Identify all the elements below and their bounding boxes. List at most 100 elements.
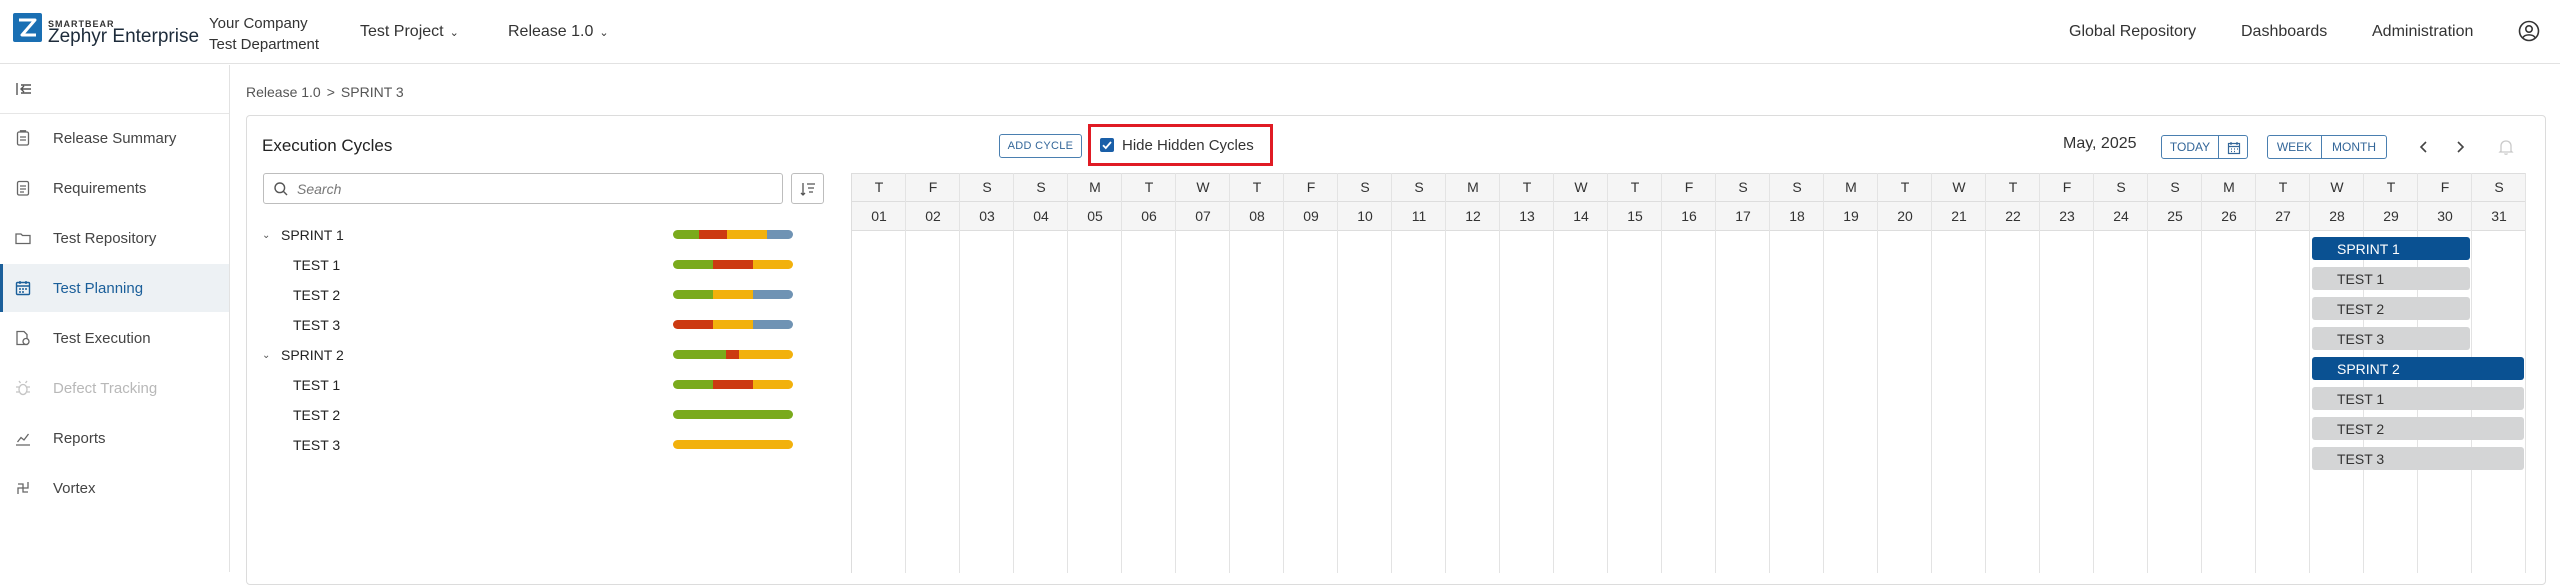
sort-button[interactable]	[791, 173, 824, 204]
day-column[interactable]: M 26	[2202, 173, 2256, 573]
gantt-test-bar[interactable]: TEST 1	[2312, 267, 2470, 290]
sidebar-item-requirements[interactable]: Requirements	[0, 164, 229, 212]
clipboard-icon	[14, 129, 32, 147]
execution-progress-bar	[673, 290, 793, 299]
day-column[interactable]: T 22	[1986, 173, 2040, 573]
breadcrumb-release[interactable]: Release 1.0	[246, 84, 321, 100]
gantt-sprint-bar[interactable]: SPRINT 1	[2312, 237, 2470, 260]
day-column[interactable]: S 17	[1716, 173, 1770, 573]
day-number-label: 31	[2491, 208, 2507, 224]
progress-segment	[673, 380, 713, 389]
tree-item-test[interactable]: TEST 3	[293, 315, 340, 335]
tree-item-test[interactable]: TEST 2	[293, 285, 340, 305]
sidebar-item-test-repository[interactable]: Test Repository	[0, 214, 229, 262]
day-column[interactable]: T 01	[852, 173, 906, 573]
sidebar-item-test-execution[interactable]: Test Execution	[0, 314, 229, 362]
day-column[interactable]: M 19	[1824, 173, 1878, 573]
gantt-test-bar[interactable]: TEST 3	[2312, 447, 2524, 470]
nav-dashboards[interactable]: Dashboards	[2241, 23, 2327, 41]
day-number-label: 30	[2437, 208, 2453, 224]
next-arrow-icon[interactable]	[2450, 137, 2470, 157]
day-column[interactable]: T 15	[1608, 173, 1662, 573]
day-of-week-label: S	[1738, 179, 1748, 195]
tree-item-test[interactable]: TEST 1	[293, 255, 340, 275]
date-picker-button[interactable]	[2218, 135, 2248, 159]
day-column[interactable]: T 13	[1500, 173, 1554, 573]
previous-arrow-icon[interactable]	[2414, 137, 2434, 157]
sidebar-item-label: Requirements	[53, 179, 147, 197]
gantt-test-bar[interactable]: TEST 1	[2312, 387, 2524, 410]
day-of-week-label: T	[2278, 179, 2288, 195]
day-number-label: 13	[1519, 208, 1535, 224]
day-column[interactable]: F 09	[1284, 173, 1338, 573]
day-column[interactable]: T 08	[1230, 173, 1284, 573]
sidebar-item-test-planning[interactable]: Test Planning	[0, 264, 229, 312]
tree-item-test[interactable]: TEST 3	[293, 435, 340, 455]
day-of-week-label: T	[874, 179, 884, 195]
day-column[interactable]: F 16	[1662, 173, 1716, 573]
sidebar-item-vortex[interactable]: Vortex	[0, 464, 229, 512]
hide-hidden-cycles-checkbox[interactable]	[1100, 138, 1114, 152]
day-number-label: 06	[1141, 208, 1157, 224]
day-column[interactable]: S 25	[2148, 173, 2202, 573]
gantt-test-bar[interactable]: TEST 3	[2312, 327, 2470, 350]
day-column[interactable]: S 11	[1392, 173, 1446, 573]
day-column[interactable]: W 07	[1176, 173, 1230, 573]
day-column[interactable]: T 06	[1122, 173, 1176, 573]
day-column[interactable]: T 27	[2256, 173, 2310, 573]
bell-icon[interactable]	[2496, 137, 2516, 157]
day-column[interactable]: S 04	[1014, 173, 1068, 573]
tree-item-sprint[interactable]: ⌄ SPRINT 2	[262, 345, 344, 365]
search-input[interactable]	[297, 179, 767, 199]
day-column[interactable]: F 23	[2040, 173, 2094, 573]
day-column[interactable]: M 12	[1446, 173, 1500, 573]
tree-item-test[interactable]: TEST 2	[293, 405, 340, 425]
chevron-down-icon[interactable]: ⌄	[262, 350, 276, 361]
progress-segment	[726, 230, 767, 239]
day-number-label: 22	[2005, 208, 2021, 224]
tree-item-test[interactable]: TEST 1	[293, 375, 340, 395]
day-column[interactable]: M 05	[1068, 173, 1122, 573]
vortex-icon	[14, 479, 32, 497]
collapse-sidebar-icon[interactable]	[14, 79, 34, 99]
day-of-week-label: S	[982, 179, 992, 195]
day-column[interactable]: T 20	[1878, 173, 1932, 573]
zephyr-logo-icon[interactable]	[13, 13, 42, 42]
gantt-test-bar[interactable]: TEST 2	[2312, 417, 2524, 440]
day-column[interactable]: S 18	[1770, 173, 1824, 573]
sidebar-item-reports[interactable]: Reports	[0, 414, 229, 462]
hide-hidden-cycles-label[interactable]: Hide Hidden Cycles	[1122, 137, 1254, 154]
day-number-label: 18	[1789, 208, 1805, 224]
progress-segment	[725, 350, 739, 359]
day-of-week-label: F	[1306, 179, 1316, 195]
day-of-week-label: W	[2330, 179, 2344, 195]
tree-item-sprint[interactable]: ⌄ SPRINT 1	[262, 225, 344, 245]
day-column[interactable]: W 21	[1932, 173, 1986, 573]
sidebar-item-release-summary[interactable]: Release Summary	[0, 114, 229, 162]
nav-administration[interactable]: Administration	[2372, 23, 2473, 41]
chevron-down-icon[interactable]: ⌄	[262, 230, 276, 241]
project-dropdown[interactable]: Test Project ⌄	[360, 23, 459, 41]
day-column[interactable]: F 02	[906, 173, 960, 573]
user-profile-icon[interactable]	[2518, 20, 2540, 42]
day-column[interactable]: S 24	[2094, 173, 2148, 573]
month-view-button[interactable]: MONTH	[2321, 135, 2387, 159]
gantt-sprint-bar[interactable]: SPRINT 2	[2312, 357, 2524, 380]
nav-global-repository[interactable]: Global Repository	[2069, 23, 2196, 41]
gantt-test-bar[interactable]: TEST 2	[2312, 297, 2470, 320]
add-cycle-button[interactable]: ADD CYCLE	[999, 134, 1082, 158]
execution-progress-bar	[673, 440, 793, 449]
chevron-down-icon: ⌄	[449, 27, 459, 39]
today-button[interactable]: TODAY	[2161, 135, 2219, 159]
week-view-button[interactable]: WEEK	[2267, 135, 2322, 159]
day-column[interactable]: W 14	[1554, 173, 1608, 573]
execution-progress-bar	[673, 350, 793, 359]
day-of-week-label: F	[1684, 179, 1694, 195]
breadcrumb-sprint: SPRINT 3	[340, 84, 404, 100]
day-column[interactable]: S 03	[960, 173, 1014, 573]
execution-progress-bar	[673, 380, 793, 389]
day-column[interactable]: S 10	[1338, 173, 1392, 573]
company-info: Your Company Test Department	[209, 13, 319, 55]
release-dropdown[interactable]: Release 1.0 ⌄	[508, 23, 609, 41]
day-of-week-label: S	[1414, 179, 1424, 195]
